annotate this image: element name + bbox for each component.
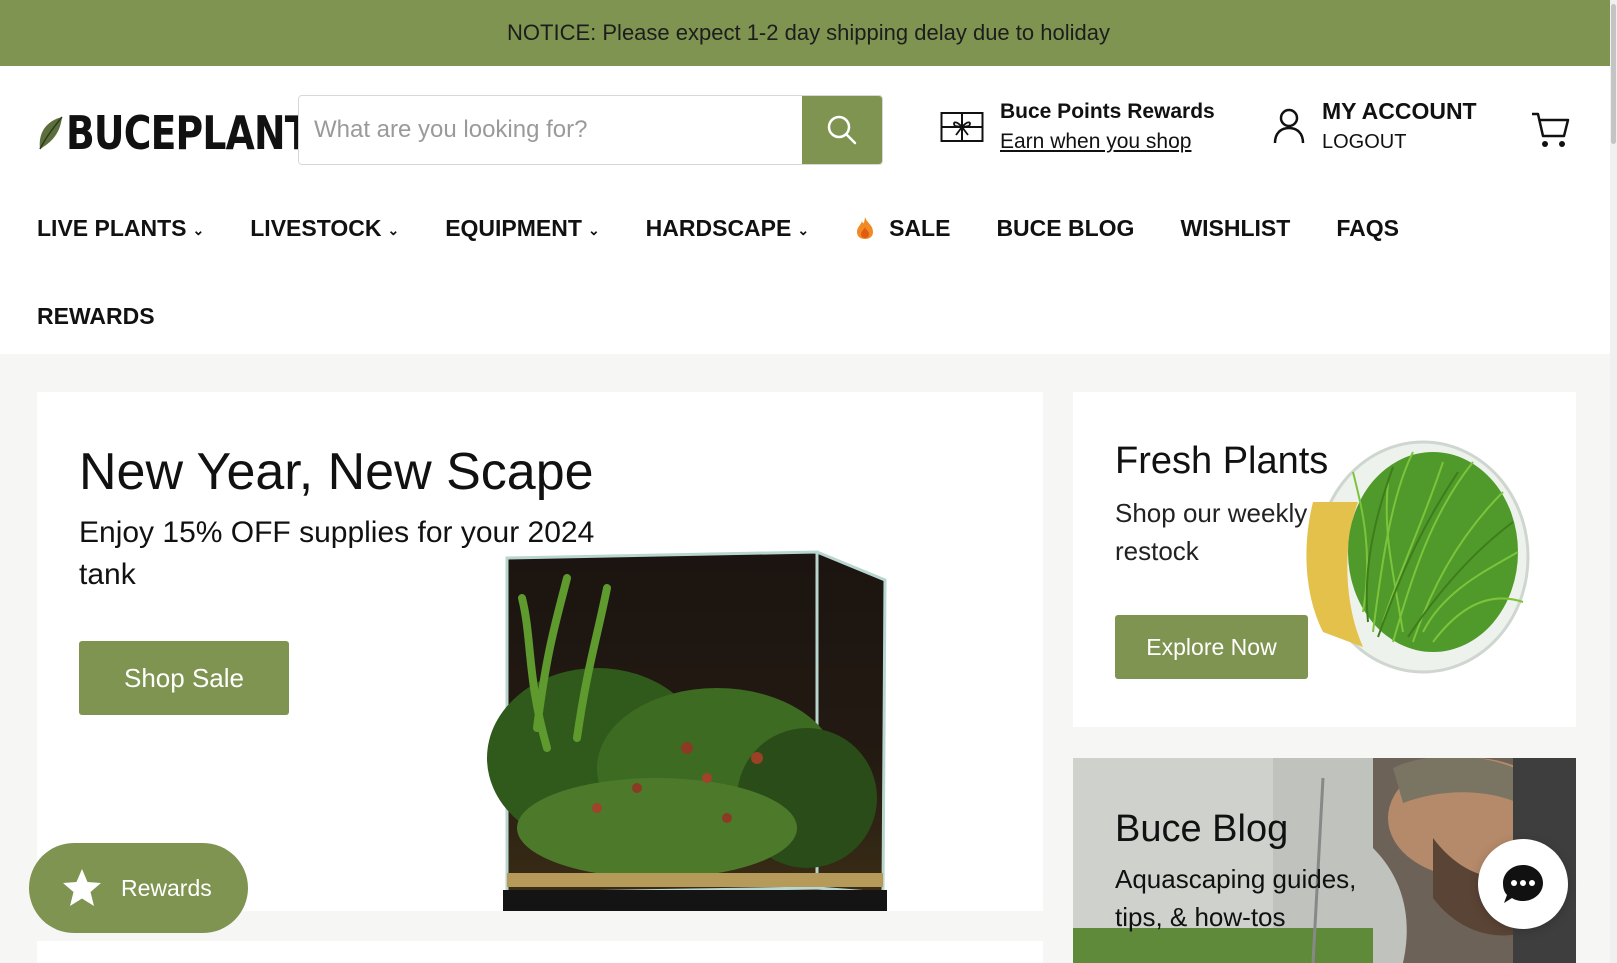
next-section-edge xyxy=(37,941,1043,963)
user-icon xyxy=(1273,108,1305,144)
rewards-earn-link[interactable]: Earn when you shop xyxy=(1000,130,1215,154)
nav-hardscape[interactable]: HARDSCAPE ⌄ xyxy=(646,215,809,242)
nav-label: BUCE BLOG xyxy=(996,214,1135,241)
chevron-down-icon: ⌄ xyxy=(387,221,400,238)
search-button[interactable] xyxy=(802,96,882,164)
hero-title: New Year, New Scape xyxy=(79,443,594,501)
nav-live-plants[interactable]: LIVE PLANTS ⌄ xyxy=(37,215,204,242)
nav-faqs[interactable]: FAQS xyxy=(1336,215,1399,242)
cart-icon[interactable] xyxy=(1530,110,1572,150)
nav-label: REWARDS xyxy=(37,302,155,329)
nav-buce-blog[interactable]: BUCE BLOG xyxy=(996,215,1134,242)
buce-blog-text: Aquascaping guides, tips, & how-tos xyxy=(1115,864,1357,932)
hero-banner: New Year, New Scape Enjoy 15% OFF suppli… xyxy=(37,392,1043,911)
nav-livestock[interactable]: LIVESTOCK ⌄ xyxy=(250,215,399,242)
logo-text: BUCEPLANT xyxy=(66,106,310,160)
fresh-plants-title: Fresh Plants xyxy=(1115,440,1329,482)
fire-icon xyxy=(857,217,874,239)
search-input[interactable] xyxy=(299,96,802,164)
leaf-icon xyxy=(39,116,63,150)
rewards-header-link[interactable]: Buce Points Rewards Earn when you shop xyxy=(940,100,1215,154)
account-menu[interactable]: MY ACCOUNT LOGOUT xyxy=(1272,98,1477,154)
chevron-down-icon: ⌄ xyxy=(192,221,205,238)
buce-blog-title: Buce Blog xyxy=(1115,808,1289,850)
aquarium-tank-image xyxy=(487,550,887,911)
chat-launcher-button[interactable] xyxy=(1478,839,1568,929)
nav-label: WISHLIST xyxy=(1180,214,1291,241)
rewards-launcher-label: Rewards xyxy=(121,874,212,901)
star-icon xyxy=(63,869,101,906)
site-header: BUCEPLANT Buce Points Rewards Earn when … xyxy=(0,66,1617,354)
nav-sale[interactable]: SALE xyxy=(855,215,950,242)
shop-sale-button[interactable]: Shop Sale xyxy=(79,641,289,715)
fresh-plants-text: Shop our weekly restock xyxy=(1115,498,1308,566)
search-icon xyxy=(827,115,857,145)
nav-wishlist[interactable]: WISHLIST xyxy=(1180,215,1290,242)
chevron-down-icon: ⌄ xyxy=(587,221,600,238)
nav-label: LIVESTOCK xyxy=(250,214,382,241)
nav-label: EQUIPMENT xyxy=(445,214,582,241)
chevron-down-icon: ⌄ xyxy=(797,221,810,238)
rewards-launcher-button[interactable]: Rewards xyxy=(29,843,248,933)
nav-label: FAQS xyxy=(1336,214,1399,241)
rewards-title: Buce Points Rewards xyxy=(1000,100,1215,123)
nav-label: HARDSCAPE xyxy=(645,214,792,241)
notice-banner: NOTICE: Please expect 1-2 day shipping d… xyxy=(0,0,1617,66)
nav-rewards[interactable]: REWARDS xyxy=(37,303,155,330)
my-account-link[interactable]: MY ACCOUNT xyxy=(1322,98,1477,124)
chat-bubble-icon xyxy=(1503,865,1543,903)
notice-text: NOTICE: Please expect 1-2 day shipping d… xyxy=(507,20,1110,45)
nav-label: SALE xyxy=(889,214,951,241)
nav-label: LIVE PLANTS xyxy=(37,214,187,241)
main-nav: LIVE PLANTS ⌄ LIVESTOCK ⌄ EQUIPMENT ⌄ HARDS… xyxy=(37,206,1577,338)
search-bar xyxy=(298,95,883,165)
logout-link[interactable]: LOGOUT xyxy=(1322,131,1477,154)
scrollbar-thumb[interactable] xyxy=(1611,4,1616,144)
nav-equipment[interactable]: EQUIPMENT ⌄ xyxy=(445,215,599,242)
page-scrollbar[interactable] xyxy=(1610,0,1617,963)
explore-now-button[interactable]: Explore Now xyxy=(1115,615,1308,679)
gift-card-icon xyxy=(940,112,984,142)
fresh-plants-card[interactable]: Fresh Plants Shop our weekly restock Exp… xyxy=(1073,392,1576,727)
